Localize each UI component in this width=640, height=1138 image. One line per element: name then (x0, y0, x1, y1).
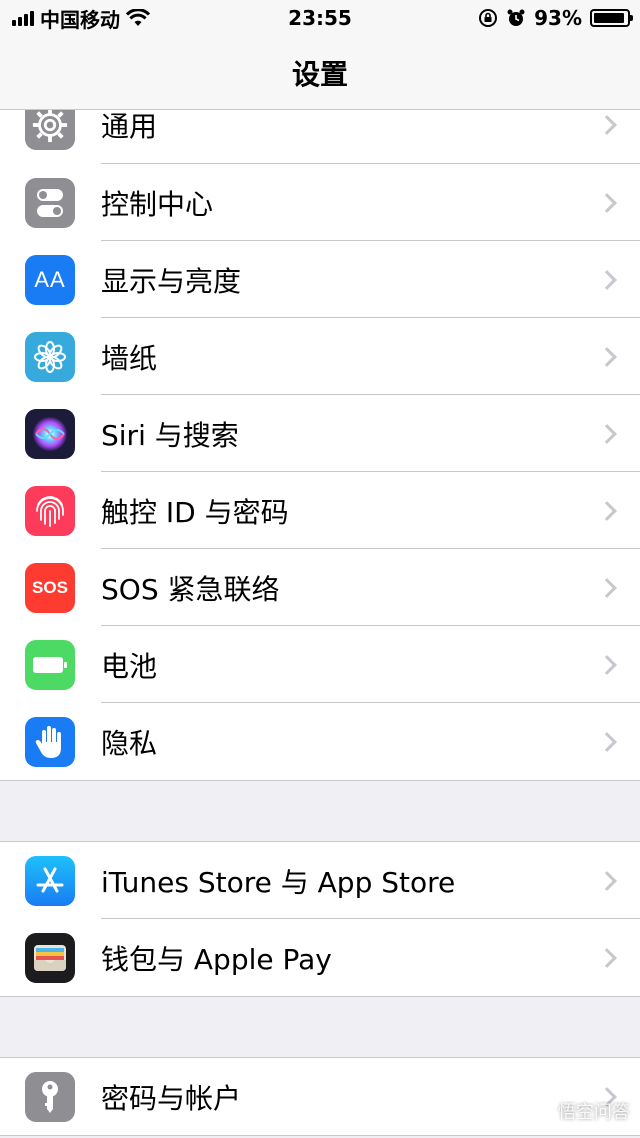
chevron-right-icon (597, 947, 617, 968)
chevron-right-icon (597, 577, 617, 598)
fingerprint-icon (25, 485, 75, 536)
settings-group-store: iTunes Store 与 App Store 钱包与 Apple Pay (0, 841, 640, 997)
battery-icon (25, 639, 75, 690)
settings-row-label: 钱包与 Apple Pay (101, 942, 332, 976)
chevron-right-icon (597, 115, 617, 135)
battery-status-icon (590, 9, 633, 27)
settings-group-system: 通用 控制中心 AA 显示与亮度 墙纸 Siri 与搜索 触控 ID 与密码 S… (0, 86, 640, 781)
settings-row-label: 控制中心 (101, 187, 214, 221)
alarm-icon (507, 9, 525, 26)
siri-icon (25, 408, 75, 459)
app-store-icon (25, 855, 75, 906)
settings-list[interactable]: 通用 控制中心 AA 显示与亮度 墙纸 Siri 与搜索 触控 ID 与密码 S… (0, 86, 640, 1136)
chevron-right-icon (597, 269, 617, 290)
settings-row-label: 触控 ID 与密码 (101, 495, 289, 529)
settings-row-wallet-apple-pay[interactable]: 钱包与 Apple Pay (0, 919, 640, 996)
text-size-icon: AA (25, 254, 75, 305)
settings-row-label: iTunes Store 与 App Store (101, 865, 456, 899)
settings-row-label: SOS 紧急联络 (101, 572, 280, 606)
hand-icon (25, 716, 75, 767)
settings-row-privacy[interactable]: 隐私 (0, 703, 640, 780)
settings-row-battery[interactable]: 电池 (0, 626, 640, 703)
settings-group-accounts: 密码与帐户 (0, 1057, 640, 1136)
settings-row-control-center[interactable]: 控制中心 (0, 164, 640, 241)
chevron-right-icon (597, 654, 617, 675)
clock: 23:55 (288, 6, 352, 30)
battery-percent: 93% (534, 6, 582, 30)
settings-row-label: 显示与亮度 (101, 264, 242, 298)
chevron-right-icon (597, 500, 617, 521)
status-bar: 中国移动 23:55 93% (0, 0, 640, 36)
carrier-name: 中国移动 (40, 7, 120, 32)
settings-row-siri-search[interactable]: Siri 与搜索 (0, 395, 640, 472)
settings-row-itunes-app-store[interactable]: iTunes Store 与 App Store (0, 842, 640, 919)
key-icon (25, 1071, 75, 1122)
settings-row-label: 墙纸 (101, 341, 158, 375)
settings-row-touch-id-passcode[interactable]: 触控 ID 与密码 (0, 472, 640, 549)
cellular-signal-icon (12, 10, 34, 26)
settings-row-label: 通用 (101, 110, 158, 143)
chevron-right-icon (597, 346, 617, 367)
chevron-right-icon (597, 870, 617, 891)
chevron-right-icon (597, 192, 617, 213)
settings-row-display-brightness[interactable]: AA 显示与亮度 (0, 241, 640, 318)
chat-bubble-icon (532, 1102, 554, 1121)
flower-icon (25, 331, 75, 382)
settings-row-label: 电池 (101, 649, 158, 683)
navigation-bar: 设置 (0, 36, 640, 110)
page-title: 设置 (291, 57, 348, 91)
wifi-icon (126, 9, 150, 26)
settings-row-emergency-sos[interactable]: SOS SOS 紧急联络 (0, 549, 640, 626)
settings-row-label: 密码与帐户 (101, 1081, 242, 1115)
orientation-lock-icon (479, 9, 498, 27)
settings-row-label: Siri 与搜索 (101, 418, 239, 452)
toggles-icon (25, 177, 75, 228)
watermark: 悟空问答 (532, 1098, 630, 1124)
wallet-icon (25, 932, 75, 983)
settings-row-wallpaper[interactable]: 墙纸 (0, 318, 640, 395)
sos-icon: SOS (25, 562, 75, 613)
settings-row-label: 隐私 (101, 726, 158, 760)
chevron-right-icon (597, 731, 617, 752)
chevron-right-icon (597, 423, 617, 444)
